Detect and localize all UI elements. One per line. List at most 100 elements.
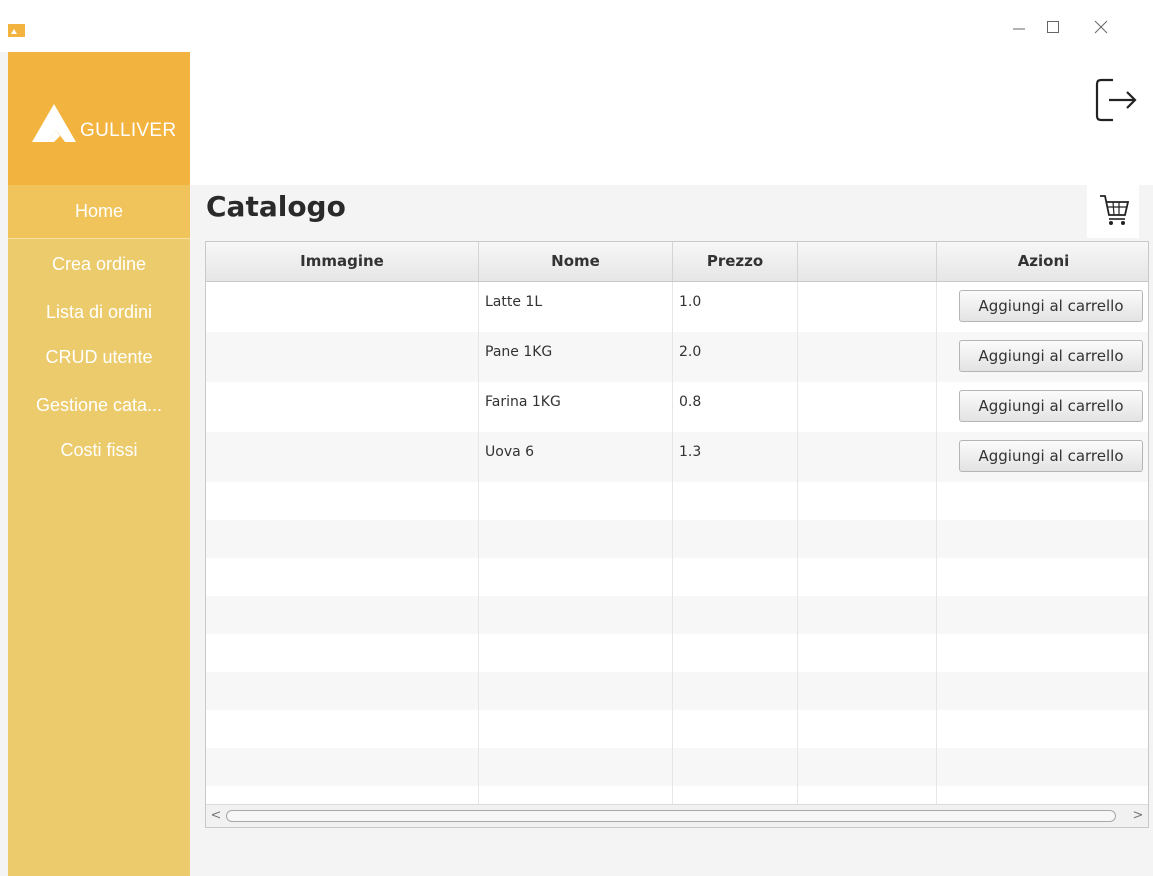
table-row[interactable]: Latte 1L 1.0 Aggiungi al carrello bbox=[206, 282, 1148, 332]
maximize-icon[interactable] bbox=[1040, 12, 1066, 42]
cell-azioni: Aggiungi al carrello bbox=[937, 332, 1148, 382]
empty-cell bbox=[479, 634, 673, 672]
empty-cell bbox=[206, 596, 479, 634]
empty-cell bbox=[798, 672, 937, 710]
sidebar-item-gestione-catalogo[interactable]: Gestione cata... bbox=[8, 395, 190, 416]
empty-cell bbox=[206, 748, 479, 786]
empty-cell bbox=[673, 558, 798, 596]
cart-icon bbox=[1100, 195, 1130, 225]
cell-prezzo: 0.8 bbox=[673, 382, 798, 432]
table-row[interactable]: Farina 1KG 0.8 Aggiungi al carrello bbox=[206, 382, 1148, 432]
minimize-icon[interactable] bbox=[1006, 12, 1032, 42]
empty-cell bbox=[673, 710, 798, 748]
empty-cell bbox=[798, 634, 937, 672]
horizontal-scrollbar[interactable]: < > bbox=[206, 804, 1148, 827]
cell-extra bbox=[798, 432, 937, 482]
sidebar-item-lista-ordini[interactable]: Lista di ordini bbox=[8, 302, 190, 323]
mountain-icon bbox=[32, 104, 76, 142]
catalog-table: Immagine Nome Prezzo Azioni Latte 1L 1.0… bbox=[205, 241, 1149, 828]
cell-prezzo: 1.0 bbox=[673, 282, 798, 332]
empty-cell bbox=[798, 748, 937, 786]
empty-table-row bbox=[206, 634, 1148, 672]
cell-extra bbox=[798, 382, 937, 432]
logo-text: GULLIVER bbox=[80, 120, 177, 141]
cell-extra bbox=[798, 282, 937, 332]
empty-cell bbox=[479, 748, 673, 786]
empty-table-row bbox=[206, 596, 1148, 634]
cell-nome: Latte 1L bbox=[479, 282, 673, 332]
cell-immagine bbox=[206, 282, 479, 332]
empty-table-row bbox=[206, 558, 1148, 596]
cell-azioni: Aggiungi al carrello bbox=[937, 382, 1148, 432]
empty-cell bbox=[479, 520, 673, 558]
cell-nome: Pane 1KG bbox=[479, 332, 673, 382]
sidebar-item-home[interactable]: Home bbox=[8, 185, 190, 239]
table-row[interactable]: Pane 1KG 2.0 Aggiungi al carrello bbox=[206, 332, 1148, 382]
column-header-prezzo[interactable]: Prezzo bbox=[673, 242, 798, 281]
logout-icon[interactable] bbox=[1095, 76, 1139, 124]
empty-cell bbox=[798, 482, 937, 520]
empty-cell bbox=[206, 672, 479, 710]
cell-immagine bbox=[206, 432, 479, 482]
empty-cell bbox=[673, 596, 798, 634]
empty-cell bbox=[206, 482, 479, 520]
cell-extra bbox=[798, 332, 937, 382]
sidebar: Home Crea ordine Lista di ordini CRUD ut… bbox=[8, 185, 190, 876]
empty-cell bbox=[206, 558, 479, 596]
cell-immagine bbox=[206, 332, 479, 382]
cart-button[interactable] bbox=[1087, 185, 1139, 238]
empty-cell bbox=[798, 520, 937, 558]
page-title: Catalogo bbox=[206, 190, 346, 223]
empty-cell bbox=[798, 558, 937, 596]
empty-table-row bbox=[206, 748, 1148, 786]
cell-azioni: Aggiungi al carrello bbox=[937, 282, 1148, 332]
table-header: Immagine Nome Prezzo Azioni bbox=[206, 242, 1148, 282]
scrollbar-thumb[interactable] bbox=[226, 810, 1116, 822]
empty-cell bbox=[673, 634, 798, 672]
empty-cell bbox=[673, 482, 798, 520]
table-row[interactable]: Uova 6 1.3 Aggiungi al carrello bbox=[206, 432, 1148, 482]
logo: GULLIVER bbox=[8, 52, 190, 185]
add-to-cart-button[interactable]: Aggiungi al carrello bbox=[959, 290, 1143, 322]
empty-table-row bbox=[206, 482, 1148, 520]
empty-cell bbox=[479, 482, 673, 520]
column-header-azioni[interactable]: Azioni bbox=[937, 242, 1148, 281]
empty-cell bbox=[479, 710, 673, 748]
scroll-left-icon[interactable]: < bbox=[208, 807, 224, 825]
empty-table-row bbox=[206, 520, 1148, 558]
cell-azioni: Aggiungi al carrello bbox=[937, 432, 1148, 482]
add-to-cart-button[interactable]: Aggiungi al carrello bbox=[959, 340, 1143, 372]
empty-cell bbox=[798, 710, 937, 748]
add-to-cart-button[interactable]: Aggiungi al carrello bbox=[959, 390, 1143, 422]
empty-cell bbox=[479, 672, 673, 710]
title-bar bbox=[0, 0, 1153, 52]
column-header-nome[interactable]: Nome bbox=[479, 242, 673, 281]
empty-cell bbox=[479, 596, 673, 634]
empty-cell bbox=[673, 748, 798, 786]
empty-table-row bbox=[206, 710, 1148, 748]
app-icon bbox=[8, 24, 25, 37]
column-header-immagine[interactable]: Immagine bbox=[206, 242, 479, 281]
sidebar-item-crea-ordine[interactable]: Crea ordine bbox=[8, 254, 190, 275]
empty-cell bbox=[673, 520, 798, 558]
scroll-right-icon[interactable]: > bbox=[1130, 807, 1146, 825]
cell-nome: Farina 1KG bbox=[479, 382, 673, 432]
cell-prezzo: 2.0 bbox=[673, 332, 798, 382]
empty-cell bbox=[798, 596, 937, 634]
cell-nome: Uova 6 bbox=[479, 432, 673, 482]
empty-cell bbox=[206, 520, 479, 558]
add-to-cart-button[interactable]: Aggiungi al carrello bbox=[959, 440, 1143, 472]
empty-cell bbox=[206, 710, 479, 748]
sidebar-item-costi-fissi[interactable]: Costi fissi bbox=[8, 440, 190, 461]
cell-immagine bbox=[206, 382, 479, 432]
header bbox=[190, 52, 1153, 185]
cell-prezzo: 1.3 bbox=[673, 432, 798, 482]
empty-cell bbox=[673, 672, 798, 710]
empty-cell bbox=[479, 558, 673, 596]
column-header-empty[interactable] bbox=[798, 242, 937, 281]
empty-table-row bbox=[206, 672, 1148, 710]
empty-cell bbox=[206, 634, 479, 672]
close-icon[interactable] bbox=[1088, 12, 1114, 42]
sidebar-item-crud-utente[interactable]: CRUD utente bbox=[8, 347, 190, 368]
app-window: GULLIVER Home Crea ordine Lista di ordin… bbox=[0, 0, 1153, 876]
